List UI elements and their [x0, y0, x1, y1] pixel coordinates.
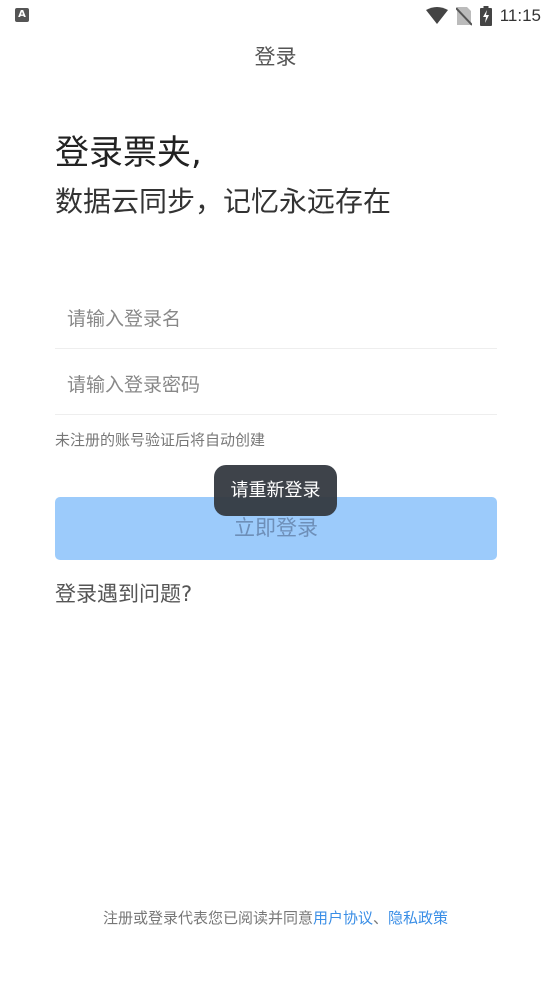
- headline-subtitle: 数据云同步，记忆永远存在: [55, 185, 392, 218]
- status-bar: A 11:15: [0, 0, 551, 32]
- login-screen: A 11:15 登录 登录票夹, 数据云同步，记忆永远存在 请输入登录名 未注册…: [0, 0, 551, 981]
- app-notification-icon: A: [15, 8, 29, 22]
- status-icons: 11:15: [425, 4, 541, 28]
- username-input[interactable]: [67, 290, 487, 348]
- battery-charging-icon: [479, 6, 492, 26]
- wifi-icon: [425, 7, 448, 25]
- agreement-text: 注册或登录代表您已阅读并同意用户协议、隐私政策: [0, 905, 551, 931]
- headline-title: 登录票夹,: [55, 133, 202, 173]
- toast-message: 请重新登录: [214, 465, 337, 516]
- agreement-separator: 、: [373, 909, 389, 927]
- login-problem-link[interactable]: 登录遇到问题?: [55, 578, 192, 610]
- user-agreement-link[interactable]: 用户协议: [313, 909, 373, 927]
- privacy-policy-link[interactable]: 隐私政策: [388, 909, 448, 927]
- password-input[interactable]: [67, 356, 487, 414]
- page-title: 登录: [254, 45, 297, 69]
- username-field: [55, 290, 497, 349]
- auto-register-hint: 未注册的账号验证后将自动创建: [55, 431, 266, 449]
- no-sim-icon: [455, 6, 472, 26]
- agreement-prefix: 注册或登录代表您已阅读并同意: [102, 909, 313, 927]
- status-time: 11:15: [499, 6, 541, 25]
- password-field: [55, 356, 497, 415]
